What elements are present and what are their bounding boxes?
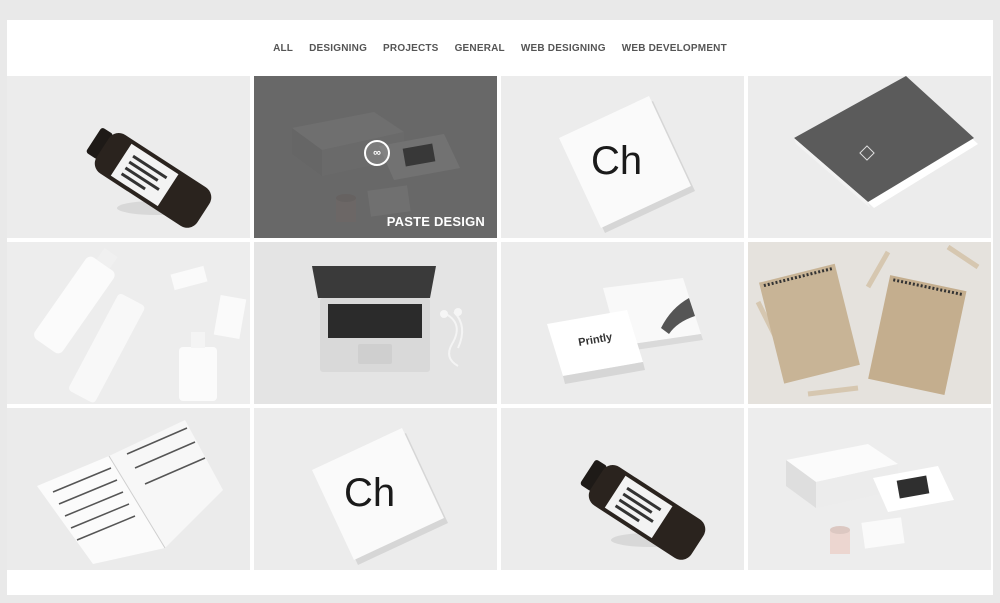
- letter-mark: Ch: [344, 471, 395, 515]
- filter-web-development[interactable]: WEB DEVELOPMENT: [622, 41, 727, 56]
- portfolio-item-letterhead[interactable]: Ch: [501, 76, 744, 238]
- business-cards-image: Printly: [501, 242, 744, 404]
- filter-general[interactable]: GENERAL: [455, 41, 505, 56]
- filter-all[interactable]: ALL: [273, 41, 293, 56]
- filter-web-designing[interactable]: WEB DESIGNING: [521, 41, 606, 56]
- portfolio-item-booklet[interactable]: [7, 408, 250, 570]
- portfolio-filter-bar: ALL DESIGNING PROJECTS GENERAL WEB DESIG…: [7, 20, 993, 76]
- notebook-image: [748, 76, 991, 238]
- laptop-image: [254, 242, 497, 404]
- portfolio-panel: ALL DESIGNING PROJECTS GENERAL WEB DESIG…: [7, 20, 993, 595]
- link-icon[interactable]: ∞: [364, 140, 390, 166]
- portfolio-item-stationery[interactable]: [748, 408, 991, 570]
- booklet-image: [7, 408, 250, 570]
- portfolio-item-letterhead[interactable]: Ch: [254, 408, 497, 570]
- portfolio-item-wine-bottle[interactable]: [501, 408, 744, 570]
- filter-designing[interactable]: DESIGNING: [309, 41, 367, 56]
- letterhead-image: Ch: [501, 76, 744, 238]
- letterhead-image: Ch: [254, 408, 497, 570]
- panel-footer-space: [7, 572, 993, 595]
- item-title[interactable]: PASTE DESIGN: [387, 214, 485, 229]
- portfolio-item-notebook[interactable]: [748, 76, 991, 238]
- letter-mark: Ch: [591, 139, 642, 183]
- portfolio-item-wine-bottle[interactable]: [7, 76, 250, 238]
- stationery-boxes-image: [748, 408, 991, 570]
- cosmetics-image: [7, 242, 250, 404]
- wine-bottle-image: [501, 408, 744, 570]
- wine-bottle-image: [7, 76, 250, 238]
- portfolio-item-notepads[interactable]: [748, 242, 991, 404]
- portfolio-grid: ∞ PASTE DESIGN Ch Printly Ch: [7, 76, 993, 570]
- portfolio-item-business-cards[interactable]: Printly: [501, 242, 744, 404]
- portfolio-item-laptop[interactable]: [254, 242, 497, 404]
- portfolio-item-stationery[interactable]: ∞ PASTE DESIGN: [254, 76, 497, 238]
- notepads-image: [748, 242, 991, 404]
- filter-projects[interactable]: PROJECTS: [383, 41, 439, 56]
- portfolio-item-cosmetics[interactable]: [7, 242, 250, 404]
